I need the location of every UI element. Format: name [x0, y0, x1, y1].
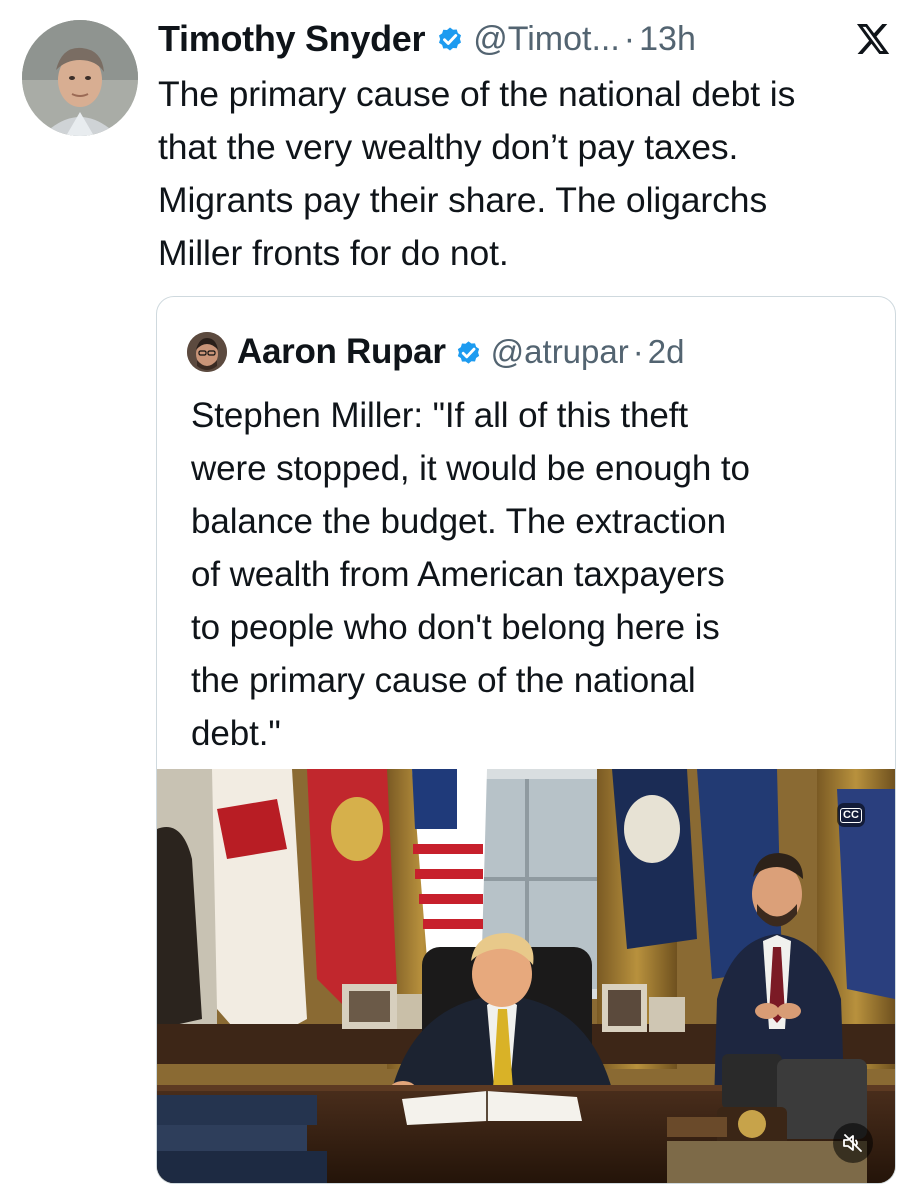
verified-badge-icon — [435, 24, 465, 54]
quoted-author-avatar-photo — [187, 332, 227, 372]
quoted-tweet-timestamp[interactable]: 2d — [648, 333, 685, 371]
quoted-tweet-header: Aaron Rupar @atrupar · 2d — [187, 327, 684, 377]
tweet-timestamp[interactable]: 13h — [639, 20, 696, 59]
quoted-author-name[interactable]: Aaron Rupar — [237, 332, 446, 372]
tweet-text: The primary cause of the national debt i… — [158, 74, 796, 273]
verified-badge-icon — [454, 338, 483, 367]
quoted-tweet-text: Stephen Miller: "If all of this theft we… — [191, 396, 750, 753]
quoted-header-separator: · — [632, 333, 644, 370]
header-separator: · — [623, 19, 636, 58]
quoted-tweet-card[interactable]: Aaron Rupar @atrupar · 2d Stephen Miller… — [156, 296, 896, 1184]
author-name[interactable]: Timothy Snyder — [158, 18, 426, 60]
closed-captions-button[interactable]: CC — [837, 803, 865, 827]
tweet-header: Timothy Snyder @Timot... · 13h — [158, 14, 895, 64]
closed-captions-icon: CC — [840, 807, 862, 823]
author-handle[interactable]: @Timot... — [473, 20, 620, 59]
author-avatar-photo — [22, 20, 138, 136]
mute-toggle-button[interactable] — [833, 1123, 873, 1163]
quoted-tweet-video[interactable]: CC — [157, 769, 895, 1183]
muted-speaker-icon — [843, 1134, 862, 1152]
x-logo-icon — [855, 22, 891, 56]
video-frame — [157, 769, 895, 1183]
author-avatar[interactable] — [22, 20, 138, 136]
quoted-author-avatar[interactable] — [187, 332, 227, 372]
quoted-author-handle[interactable]: @atrupar — [491, 333, 629, 371]
